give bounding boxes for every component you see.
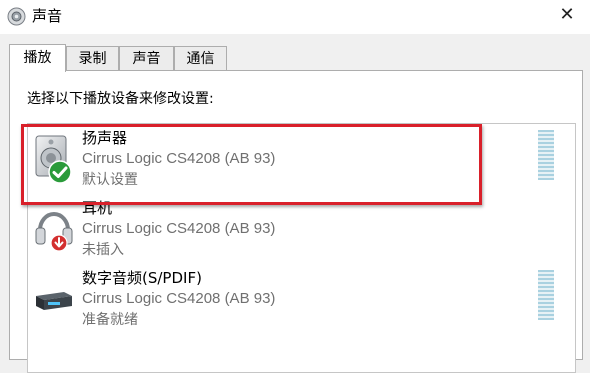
volume-level-meter — [538, 270, 554, 320]
unplugged-arrow-icon — [50, 234, 68, 252]
device-driver: Cirrus Logic CS4208 (AB 93) — [82, 150, 276, 167]
device-status: 准备就绪 — [82, 312, 138, 328]
close-button[interactable]: ✕ — [544, 0, 590, 30]
device-item-headphones[interactable]: 耳机 Cirrus Logic CS4208 (AB 93) 未插入 — [28, 194, 575, 262]
device-name: 数字音频(S/PDIF) — [82, 269, 202, 287]
device-item-spdif[interactable]: 数字音频(S/PDIF) Cirrus Logic CS4208 (AB 93)… — [28, 264, 575, 332]
window-title: 声音 — [32, 7, 63, 25]
instruction-text: 选择以下播放设备来修改设置: — [27, 91, 214, 107]
playback-panel: 选择以下播放设备来修改设置: 扬声器 Cirrus Logic CS4208 (… — [9, 70, 583, 373]
device-status: 默认设置 — [82, 172, 138, 188]
tab-sounds[interactable]: 声音 — [119, 46, 174, 70]
device-name: 耳机 — [82, 199, 113, 217]
tab-playback[interactable]: 播放 — [9, 44, 66, 72]
device-list[interactable]: 扬声器 Cirrus Logic CS4208 (AB 93) 默认设置 耳机 — [27, 123, 576, 373]
device-driver: Cirrus Logic CS4208 (AB 93) — [82, 290, 276, 307]
device-name: 扬声器 — [82, 129, 128, 147]
close-icon: ✕ — [559, 4, 575, 25]
tab-recording[interactable]: 录制 — [66, 46, 119, 70]
tab-communications[interactable]: 通信 — [174, 46, 227, 70]
device-status: 未插入 — [82, 242, 124, 258]
volume-level-meter — [538, 130, 554, 180]
device-item-speaker[interactable]: 扬声器 Cirrus Logic CS4208 (AB 93) 默认设置 — [28, 124, 575, 192]
device-driver: Cirrus Logic CS4208 (AB 93) — [82, 220, 276, 237]
title-bar: 声音 ✕ — [0, 0, 590, 34]
default-check-icon — [48, 160, 72, 184]
speaker-icon — [7, 7, 26, 26]
spdif-device-icon — [34, 272, 74, 324]
